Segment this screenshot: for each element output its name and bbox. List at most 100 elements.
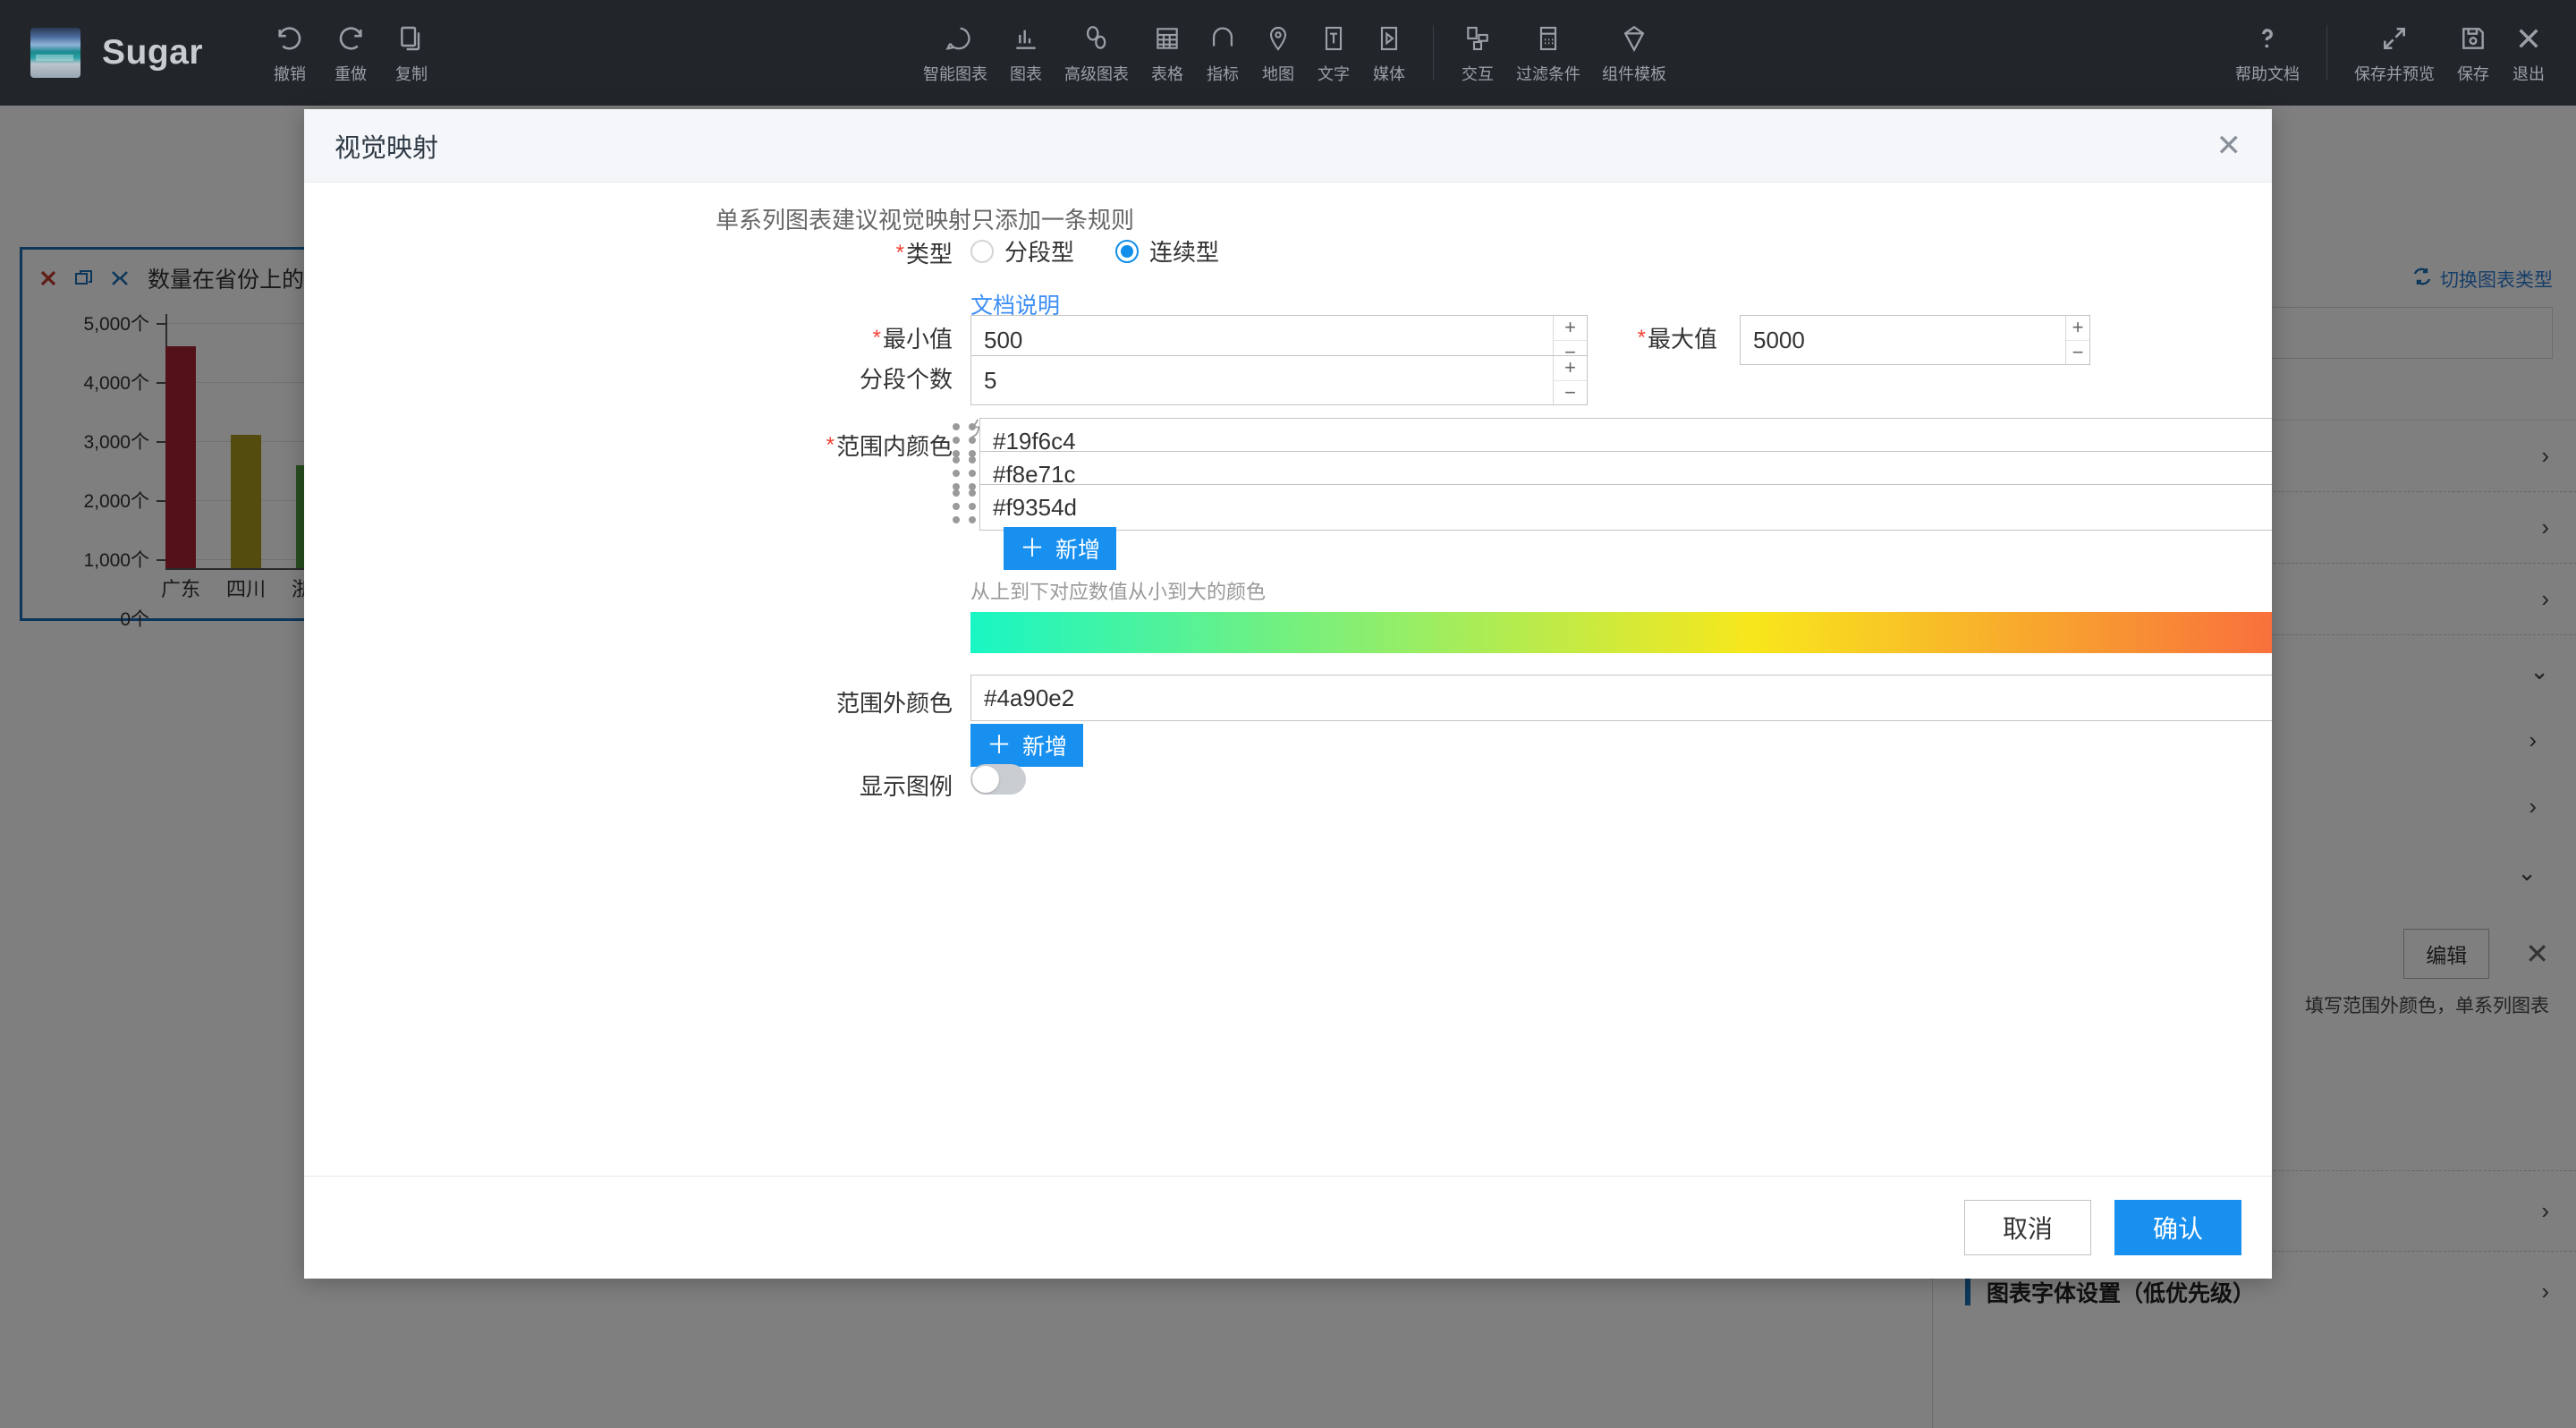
out-range-color-input[interactable] <box>971 684 2272 712</box>
component-template-icon <box>1619 21 1649 55</box>
close-icon[interactable]: ✕ <box>2216 131 2242 161</box>
tool-label: 保存并预览 <box>2354 64 2435 83</box>
segments-label: 分段个数 <box>859 366 953 393</box>
filter-icon <box>1534 21 1563 55</box>
text-icon <box>1319 21 1348 55</box>
save-button[interactable]: 保存 <box>2445 21 2501 85</box>
dialog-header: 视觉映射 ✕ <box>304 109 2272 183</box>
dialog-footer: 取消 确认 <box>304 1176 2272 1279</box>
segments-stepper: + − <box>1553 356 1587 404</box>
radio-label: 分段型 <box>1004 239 1075 266</box>
out-range-color-field[interactable]: ✕ <box>970 675 2272 721</box>
redo-icon <box>335 21 366 55</box>
required-marker: * <box>1637 325 1646 350</box>
exit-button[interactable]: 退出 <box>2501 21 2556 85</box>
required-marker: * <box>826 432 835 457</box>
advanced-chart-icon <box>1081 21 1112 55</box>
max-value-input[interactable] <box>1741 316 2065 364</box>
tool-label: 交互 <box>1462 64 1494 83</box>
tool-interaction[interactable]: 交互 <box>1450 21 1505 85</box>
preview-icon <box>2380 21 2409 55</box>
help-doc-button[interactable]: 帮助文档 <box>2224 21 2310 85</box>
tool-label: 地图 <box>1262 64 1294 83</box>
tool-label: 高级图表 <box>1064 64 1129 83</box>
visual-map-dialog: 视觉映射 ✕ 单系列图表建议视觉映射只添加一条规则 * 类型 分段型 连续型 文… <box>304 109 2272 1279</box>
add-in-range-color-button[interactable]: ＋ 新增 <box>1004 527 1117 570</box>
segments-increment-button[interactable]: + <box>1554 356 1587 381</box>
tool-chart[interactable]: 图表 <box>998 21 1054 85</box>
metric-icon <box>1208 21 1238 55</box>
radio-label: 连续型 <box>1149 239 1220 266</box>
radio-continuous[interactable]: 连续型 <box>1115 234 1219 268</box>
in-range-helper-text: 从上到下对应数值从小到大的颜色 <box>970 581 1267 603</box>
save-icon <box>2459 21 2487 55</box>
chart-icon <box>1012 21 1040 55</box>
add-button-label: 新增 <box>1022 735 1068 760</box>
required-marker: * <box>872 325 881 350</box>
required-marker: * <box>895 240 904 265</box>
color-gradient-preview <box>970 612 2272 653</box>
tool-component-template[interactable]: 组件模板 <box>1591 21 1677 85</box>
tool-advanced-chart[interactable]: 高级图表 <box>1054 21 1140 85</box>
type-label: 类型 <box>905 241 953 268</box>
media-icon <box>1375 21 1403 55</box>
tool-media[interactable]: 媒体 <box>1361 21 1417 85</box>
radio-dot-selected-icon <box>1115 239 1140 263</box>
type-radio-group: 分段型 连续型 <box>970 234 1219 268</box>
copy-button[interactable]: 复制 <box>384 21 439 85</box>
add-out-range-color-button[interactable]: ＋ 新增 <box>970 724 1084 767</box>
out-range-color-label: 范围外颜色 <box>835 690 953 717</box>
tool-label: 图表 <box>1010 64 1042 83</box>
insert-tool-group: 智能图表 图表 高级图表 表格 指标 地图 文字 媒体 交互 过滤条件 组件模板 <box>912 21 1677 85</box>
tool-label: 组件模板 <box>1602 64 1666 83</box>
save-preview-button[interactable]: 保存并预览 <box>2343 21 2445 85</box>
color-row: ✕ ✕ <box>953 484 2272 531</box>
plus-icon: ＋ <box>1020 534 1046 562</box>
undo-button[interactable]: 撤销 <box>262 21 318 85</box>
toggle-knob <box>972 766 999 793</box>
tool-smart-chart[interactable]: 智能图表 <box>912 21 998 85</box>
max-increment-button[interactable]: + <box>2066 316 2089 341</box>
in-range-color-input-3[interactable] <box>980 493 2272 522</box>
tool-text[interactable]: 文字 <box>1306 21 1361 85</box>
single-series-hint: 单系列图表建议视觉映射只添加一条规则 <box>716 207 1135 234</box>
max-stepper: + − <box>2065 316 2089 364</box>
max-label: 最大值 <box>1647 326 1717 353</box>
min-label: 最小值 <box>882 326 953 353</box>
add-button-label: 新增 <box>1055 538 1101 563</box>
redo-label: 重做 <box>335 64 368 83</box>
tool-table[interactable]: 表格 <box>1140 21 1195 85</box>
color-row: ✕ ✕ <box>970 675 2272 721</box>
tool-label: 退出 <box>2512 64 2545 83</box>
tool-label: 帮助文档 <box>2235 64 2300 83</box>
tool-map[interactable]: 地图 <box>1250 21 1306 85</box>
undo-icon <box>275 21 305 55</box>
legend-toggle-label: 显示图例 <box>859 773 953 800</box>
tool-filter[interactable]: 过滤条件 <box>1505 21 1591 85</box>
in-range-color-field-3[interactable]: ✕ <box>979 484 2272 531</box>
smart-chart-icon <box>940 21 970 55</box>
segments-input[interactable] <box>971 356 1553 404</box>
confirm-button[interactable]: 确认 <box>2114 1200 2241 1255</box>
copy-label: 复制 <box>395 64 428 83</box>
radio-segmented[interactable]: 分段型 <box>970 234 1074 268</box>
tool-label: 过滤条件 <box>1516 64 1580 83</box>
segments-field[interactable]: + − <box>970 355 1588 405</box>
top-toolbar: Sugar 撤销 重做 复制 智能图表 图表 高级图表 表格 指标 地图 文字 … <box>0 0 2576 106</box>
exit-icon <box>2514 21 2543 55</box>
tool-metric[interactable]: 指标 <box>1195 21 1250 85</box>
app-logo-icon <box>30 28 80 78</box>
radio-dot-icon <box>970 239 994 263</box>
tool-label: 智能图表 <box>923 64 987 83</box>
max-value-field[interactable]: + − <box>1740 315 2090 365</box>
help-icon <box>2252 21 2283 55</box>
redo-button[interactable]: 重做 <box>323 21 378 85</box>
tool-label: 文字 <box>1318 64 1350 83</box>
dialog-body: 单系列图表建议视觉映射只添加一条规则 * 类型 分段型 连续型 文档说明 * 最… <box>304 183 2272 1176</box>
segments-decrement-button[interactable]: − <box>1554 381 1587 405</box>
drag-handle-icon[interactable] <box>953 489 979 525</box>
show-legend-toggle[interactable] <box>970 764 1026 795</box>
max-decrement-button[interactable]: − <box>2066 341 2089 365</box>
cancel-button[interactable]: 取消 <box>1964 1200 2091 1255</box>
tool-label: 保存 <box>2457 64 2489 83</box>
